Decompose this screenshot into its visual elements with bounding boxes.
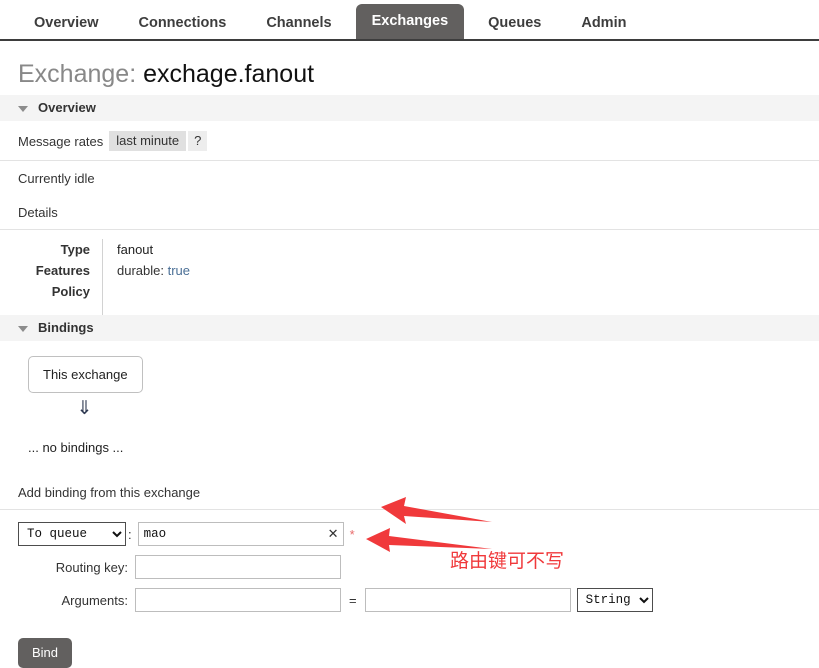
annotation-note-text: 路由键可不写 [450,550,565,572]
details-label: Details [18,205,58,221]
binding-flow-arrow-icon: ⇓ [76,398,93,420]
required-marker: * [349,526,355,542]
tab-connections[interactable]: Connections [123,8,243,40]
tab-overview[interactable]: Overview [18,8,115,40]
main-navigation-bar: Overview Connections Channels Exchanges … [0,0,819,41]
details-value-policy [103,281,191,315]
routing-key-row: Routing key: [18,555,819,580]
details-value-features: durable: true [103,260,191,281]
equals-sign: = [349,592,357,608]
rate-period-last-minute[interactable]: last minute [109,131,187,152]
routing-key-label: Routing key: [55,559,128,575]
tab-channels[interactable]: Channels [250,8,347,40]
page-title: Exchange: exchage.fanout [0,41,819,95]
bind-button[interactable]: Bind [18,638,73,668]
rates-status-text: Currently idle [18,171,95,187]
argument-type-select[interactable]: String Number Boolean List [576,588,653,613]
argument-key-input[interactable] [135,588,341,613]
feature-value-durable: true [167,263,191,279]
table-row: Policy [18,281,191,316]
help-icon[interactable]: ? [188,131,208,152]
destination-input[interactable] [137,522,344,547]
message-rates-label: Message rates [18,133,104,149]
argument-value-input[interactable] [364,588,571,613]
tab-admin[interactable]: Admin [565,8,642,40]
routing-key-input[interactable] [135,555,341,580]
chevron-down-icon [18,325,28,332]
details-value-type: fanout [117,242,154,258]
page-title-prefix: Exchange: [18,60,137,88]
message-rates-row: Message rates last minute ? [0,121,819,160]
section-title-bindings: Bindings [38,320,94,336]
section-header-bindings[interactable]: Bindings [0,315,819,342]
details-key-features: Features [18,260,103,282]
divider [0,229,819,231]
destination-type-select[interactable]: To queue To exchange [18,522,126,547]
add-binding-form: To queue To exchange : ✕ * Routing key: … [0,510,819,613]
exchange-details-table: Type fanout Features durable: true Polic… [18,239,191,316]
binding-source-exchange-box: This exchange [28,356,143,394]
section-header-overview[interactable]: Overview [0,95,819,122]
table-row: Type fanout [18,239,190,261]
section-title-overview: Overview [38,100,96,116]
nav-tab-list: Overview Connections Channels Exchanges … [0,0,819,39]
no-bindings-message: ... no bindings ... [28,440,124,456]
tab-exchanges[interactable]: Exchanges [355,3,465,39]
arguments-label: Arguments: [61,592,128,608]
chevron-down-icon [18,105,28,112]
destination-row: To queue To exchange : ✕ * [18,522,819,547]
bindings-body: This exchange ⇓ ... no bindings ... [0,341,819,455]
table-row: Features durable: true [18,260,191,282]
details-key-policy: Policy [18,281,103,316]
page-title-exchange-name: exchage.fanout [143,60,315,88]
tab-queues[interactable]: Queues [472,8,557,40]
details-key-type: Type [18,239,103,261]
feature-name-durable: durable: [117,263,164,279]
arguments-row: Arguments: = String Number Boolean List [18,588,819,613]
destination-colon: : [128,526,132,542]
add-binding-heading: Add binding from this exchange [18,485,201,501]
